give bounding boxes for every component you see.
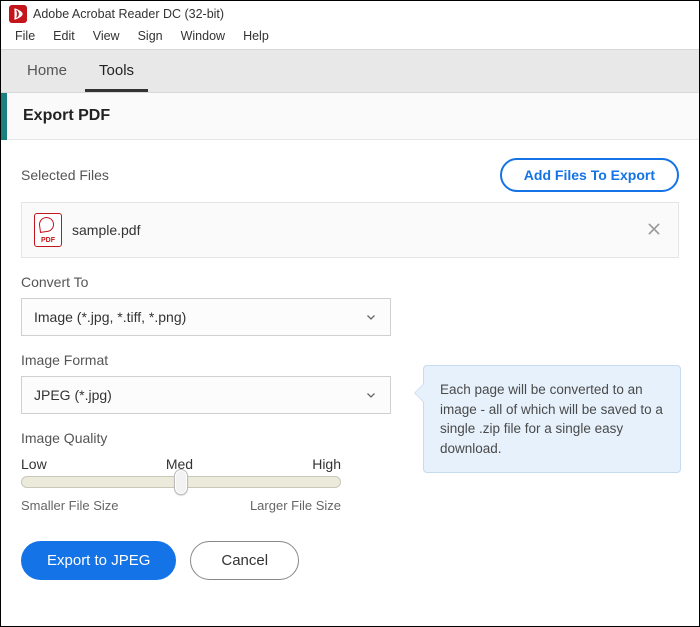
- chevron-down-icon: [364, 388, 378, 402]
- image-quality-label: Image Quality: [21, 430, 341, 446]
- menu-window[interactable]: Window: [173, 27, 233, 45]
- slider-sub-large: Larger File Size: [250, 498, 341, 513]
- add-files-button[interactable]: Add Files To Export: [500, 158, 679, 192]
- subheader: Export PDF: [1, 93, 699, 140]
- menu-file[interactable]: File: [7, 27, 43, 45]
- pdf-file-icon: PDF: [34, 213, 62, 247]
- tab-home[interactable]: Home: [13, 50, 81, 92]
- close-icon: [646, 221, 662, 237]
- menu-view[interactable]: View: [85, 27, 128, 45]
- window-title: Adobe Acrobat Reader DC (32-bit): [33, 7, 224, 21]
- page-title: Export PDF: [7, 93, 699, 140]
- title-bar: Adobe Acrobat Reader DC (32-bit): [1, 1, 699, 27]
- tab-tools[interactable]: Tools: [85, 50, 148, 92]
- image-quality-block: Image Quality Low Med High Smaller File …: [21, 430, 341, 513]
- convert-to-label: Convert To: [21, 274, 679, 290]
- image-format-value: JPEG (*.jpg): [34, 387, 112, 403]
- menu-bar: File Edit View Sign Window Help: [1, 27, 699, 49]
- slider-thumb[interactable]: [174, 469, 188, 495]
- info-tooltip: Each page will be converted to an image …: [423, 365, 681, 473]
- image-format-select[interactable]: JPEG (*.jpg): [21, 376, 391, 414]
- menu-help[interactable]: Help: [235, 27, 277, 45]
- content-area: Selected Files Add Files To Export PDF s…: [1, 140, 699, 598]
- cancel-button[interactable]: Cancel: [190, 541, 299, 580]
- quality-slider[interactable]: [21, 476, 341, 488]
- action-buttons: Export to JPEG Cancel: [21, 541, 679, 580]
- slider-tick-high: High: [312, 456, 341, 472]
- remove-file-button[interactable]: [642, 219, 666, 241]
- slider-sub-labels: Smaller File Size Larger File Size: [21, 498, 341, 513]
- slider-sub-small: Smaller File Size: [21, 498, 119, 513]
- export-button[interactable]: Export to JPEG: [21, 541, 176, 580]
- selected-file-row: PDF sample.pdf: [21, 202, 679, 258]
- convert-to-value: Image (*.jpg, *.tiff, *.png): [34, 309, 186, 325]
- selected-files-header: Selected Files Add Files To Export: [21, 158, 679, 192]
- selected-files-label: Selected Files: [21, 167, 109, 183]
- acrobat-app-icon: [9, 5, 27, 23]
- slider-tick-low: Low: [21, 456, 47, 472]
- chevron-down-icon: [364, 310, 378, 324]
- convert-to-select[interactable]: Image (*.jpg, *.tiff, *.png): [21, 298, 391, 336]
- menu-edit[interactable]: Edit: [45, 27, 83, 45]
- menu-sign[interactable]: Sign: [130, 27, 171, 45]
- tabs-bar: Home Tools: [1, 49, 699, 93]
- selected-file-name: sample.pdf: [72, 222, 632, 238]
- convert-to-block: Convert To Image (*.jpg, *.tiff, *.png): [21, 274, 679, 336]
